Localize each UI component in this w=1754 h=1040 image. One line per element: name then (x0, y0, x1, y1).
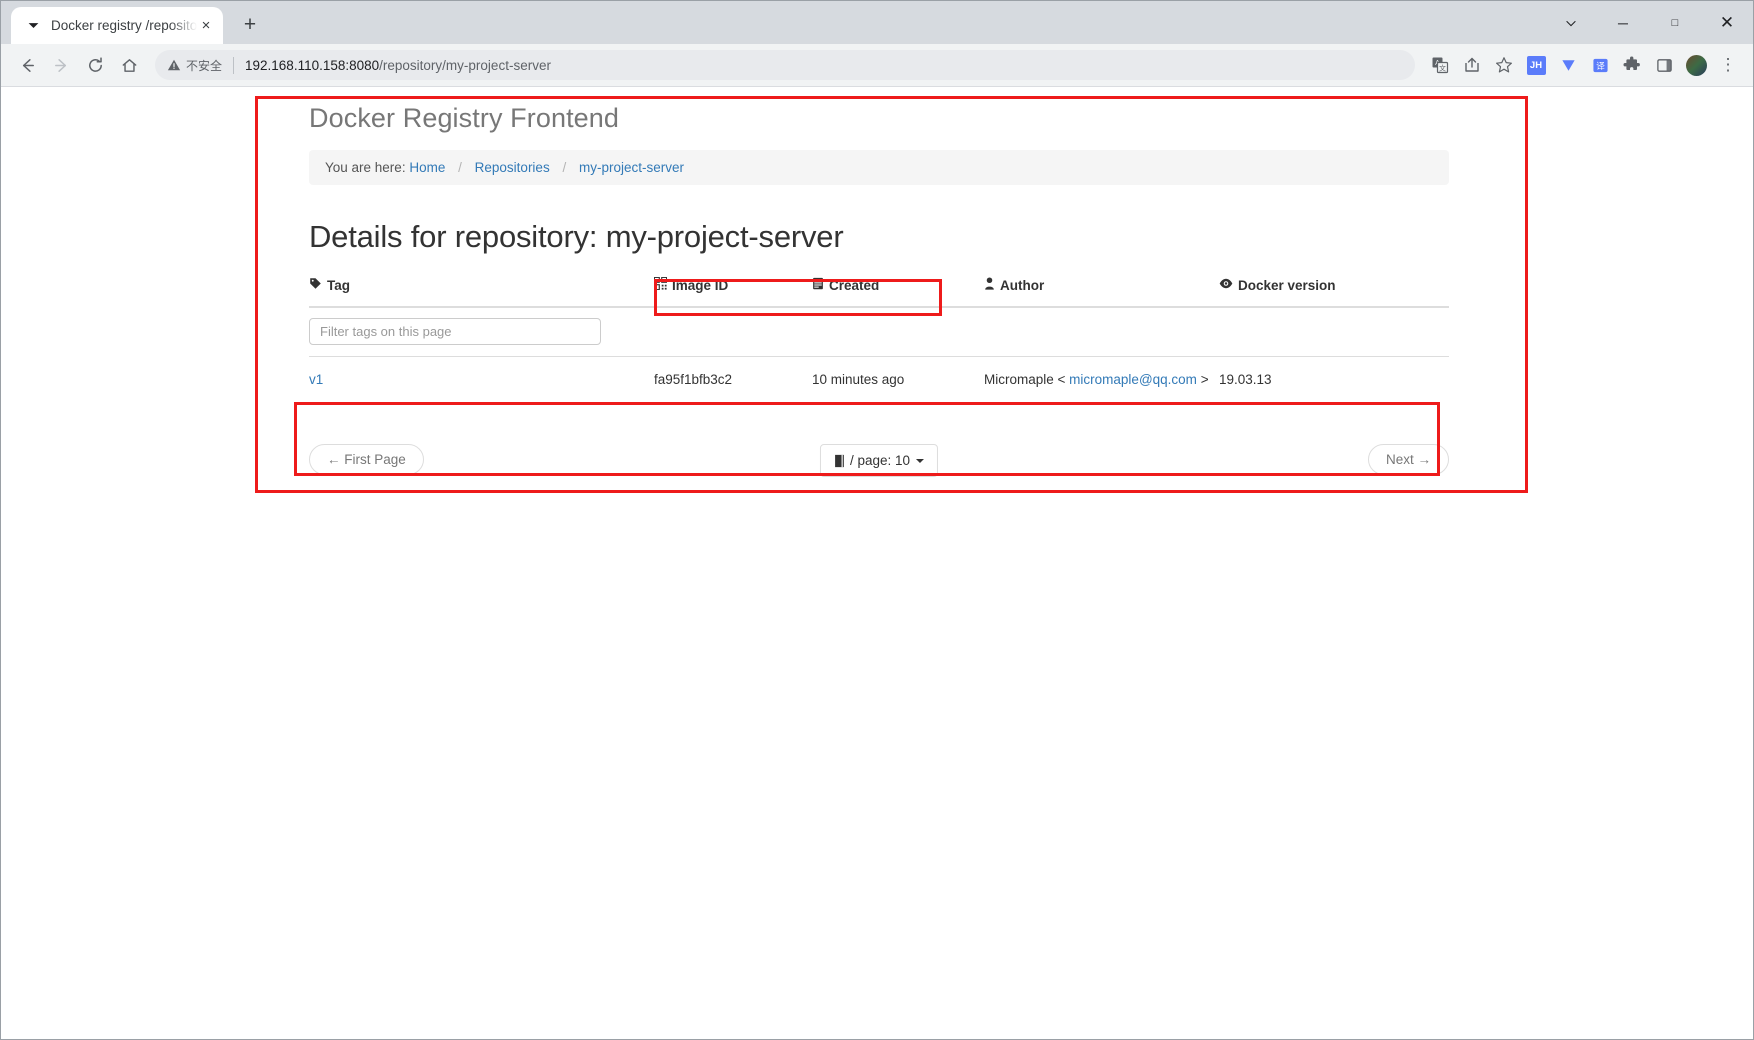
page-container: Docker Registry Frontend You are here: H… (309, 103, 1449, 478)
pagination: ← First Page / page: 10 Next → (309, 444, 1449, 478)
per-page-dropdown[interactable]: / page: 10 (820, 444, 938, 477)
tags-table-body: v1 fa95f1bfb3c2 10 minutes ago Micromapl… (309, 307, 1449, 402)
tag-link[interactable]: v1 (309, 372, 323, 387)
cell-image-id: fa95f1bfb3c2 (654, 357, 812, 403)
cell-docker-version: 19.03.13 (1219, 357, 1449, 403)
column-header-image-id[interactable]: Image ID (654, 277, 812, 307)
column-header-created-label: Created (829, 278, 879, 293)
next-page-button[interactable]: Next → (1368, 444, 1449, 475)
not-secure-label: 不安全 (186, 57, 222, 74)
filter-row (309, 307, 1449, 357)
svg-text:文: 文 (1439, 63, 1446, 72)
column-header-author-label: Author (1000, 278, 1044, 293)
omnibox-url: 192.168.110.158:8080/repository/my-proje… (245, 58, 551, 73)
tab-strip: Docker registry /repository/my × + ─ □ ✕ (1, 1, 1753, 44)
breadcrumb-divider-2: / (562, 160, 566, 175)
column-header-image-id-label: Image ID (672, 278, 728, 293)
filter-cell-empty-4 (1219, 307, 1449, 357)
breadcrumb-prefix: You are here: (325, 160, 406, 175)
breadcrumb-item-current[interactable]: my-project-server (579, 160, 684, 175)
bookmark-star-icon[interactable] (1489, 50, 1519, 80)
extension-jh-icon[interactable]: JH (1521, 50, 1551, 80)
column-header-docker-version-label: Docker version (1238, 278, 1336, 293)
breadcrumb: You are here: Home / Repositories / my-p… (309, 150, 1449, 185)
share-icon[interactable] (1457, 50, 1487, 80)
column-header-tag[interactable]: Tag (309, 277, 654, 307)
browser-window: Docker registry /repository/my × + ─ □ ✕ (0, 0, 1754, 1040)
column-header-docker-version[interactable]: Docker version (1219, 277, 1449, 307)
page-viewport: Docker Registry Frontend You are here: H… (1, 87, 1753, 1039)
filter-cell-empty-2 (812, 307, 984, 357)
tags-table-header-row: Tag (309, 277, 1449, 307)
chevron-down-icon (916, 459, 924, 463)
cell-author: Micromaple < micromaple@qq.com > (984, 357, 1219, 403)
filter-cell (309, 307, 654, 357)
avatar-image (1686, 55, 1707, 76)
omnibox-url-path: /repository/my-project-server (379, 58, 551, 73)
per-page-label: / page: 10 (850, 453, 910, 468)
filter-cell-empty-1 (654, 307, 812, 357)
details-heading: Details for repository: my-project-serve… (309, 219, 1449, 255)
new-tab-button[interactable]: + (235, 10, 265, 40)
breadcrumb-item-home[interactable]: Home (409, 160, 445, 175)
docker-registry-frontend-page: Docker Registry Frontend You are here: H… (1, 87, 1753, 1039)
author-suffix: > (1201, 372, 1209, 387)
translate-icon[interactable]: A 文 (1425, 50, 1455, 80)
extension-v-icon[interactable] (1553, 50, 1583, 80)
cell-tag: v1 (309, 357, 654, 403)
cell-created: 10 minutes ago (812, 357, 984, 403)
not-secure-indicator[interactable]: 不安全 (167, 57, 222, 74)
details-heading-prefix: Details for repository: (309, 219, 597, 254)
chevron-down-icon[interactable] (1545, 5, 1597, 41)
browser-toolbar: 不安全 192.168.110.158:8080/repository/my-p… (1, 44, 1753, 87)
qrcode-icon (654, 277, 667, 290)
home-icon[interactable] (113, 49, 145, 81)
tags-table: Tag (309, 277, 1449, 402)
table-row: v1 fa95f1bfb3c2 10 minutes ago Micromapl… (309, 357, 1449, 403)
extension-translate-icon[interactable]: 译 (1585, 50, 1615, 80)
omnibox-divider (233, 57, 234, 74)
tag-icon (309, 277, 322, 290)
forward-icon (45, 49, 77, 81)
chevron-down-favicon-icon (25, 17, 42, 34)
book-icon (834, 454, 845, 468)
extension-jh-label: JH (1527, 56, 1546, 75)
filter-input[interactable] (309, 318, 601, 345)
omnibox-url-host: 192.168.110.158:8080 (245, 58, 379, 73)
breadcrumb-divider-1: / (458, 160, 462, 175)
repository-name: my-project-server (606, 219, 844, 254)
more-menu-icon[interactable]: ⋮ (1713, 50, 1743, 80)
tab-close-icon[interactable]: × (197, 17, 215, 35)
close-window-button[interactable]: ✕ (1701, 5, 1753, 41)
address-bar[interactable]: 不安全 192.168.110.158:8080/repository/my-p… (155, 50, 1415, 80)
window-controls: ─ □ ✕ (1545, 1, 1753, 44)
browser-tab[interactable]: Docker registry /repository/my × (11, 7, 223, 44)
column-header-tag-label: Tag (327, 278, 350, 293)
warning-triangle-icon (167, 58, 181, 72)
profile-avatar[interactable] (1681, 50, 1711, 80)
column-header-author[interactable]: Author (984, 277, 1219, 307)
breadcrumb-item-repositories[interactable]: Repositories (475, 160, 550, 175)
puzzle-extensions-icon[interactable] (1617, 50, 1647, 80)
column-header-created[interactable]: Created (812, 277, 984, 307)
tags-table-head: Tag (309, 277, 1449, 307)
user-icon (984, 277, 995, 290)
sidepanel-icon[interactable] (1649, 50, 1679, 80)
calendar-icon (812, 277, 824, 290)
maximize-button[interactable]: □ (1649, 5, 1701, 41)
first-page-button[interactable]: ← First Page (309, 444, 424, 475)
svg-text:译: 译 (1596, 60, 1605, 70)
tab-title: Docker registry /repository/my (51, 18, 197, 33)
reload-icon[interactable] (79, 49, 111, 81)
filter-cell-empty-3 (984, 307, 1219, 357)
author-name: Micromaple < (984, 372, 1065, 387)
minimize-button[interactable]: ─ (1597, 5, 1649, 41)
author-email-link[interactable]: micromaple@qq.com (1069, 372, 1197, 387)
back-icon[interactable] (11, 49, 43, 81)
eye-icon (1219, 277, 1233, 290)
page-title: Docker Registry Frontend (309, 103, 1449, 134)
